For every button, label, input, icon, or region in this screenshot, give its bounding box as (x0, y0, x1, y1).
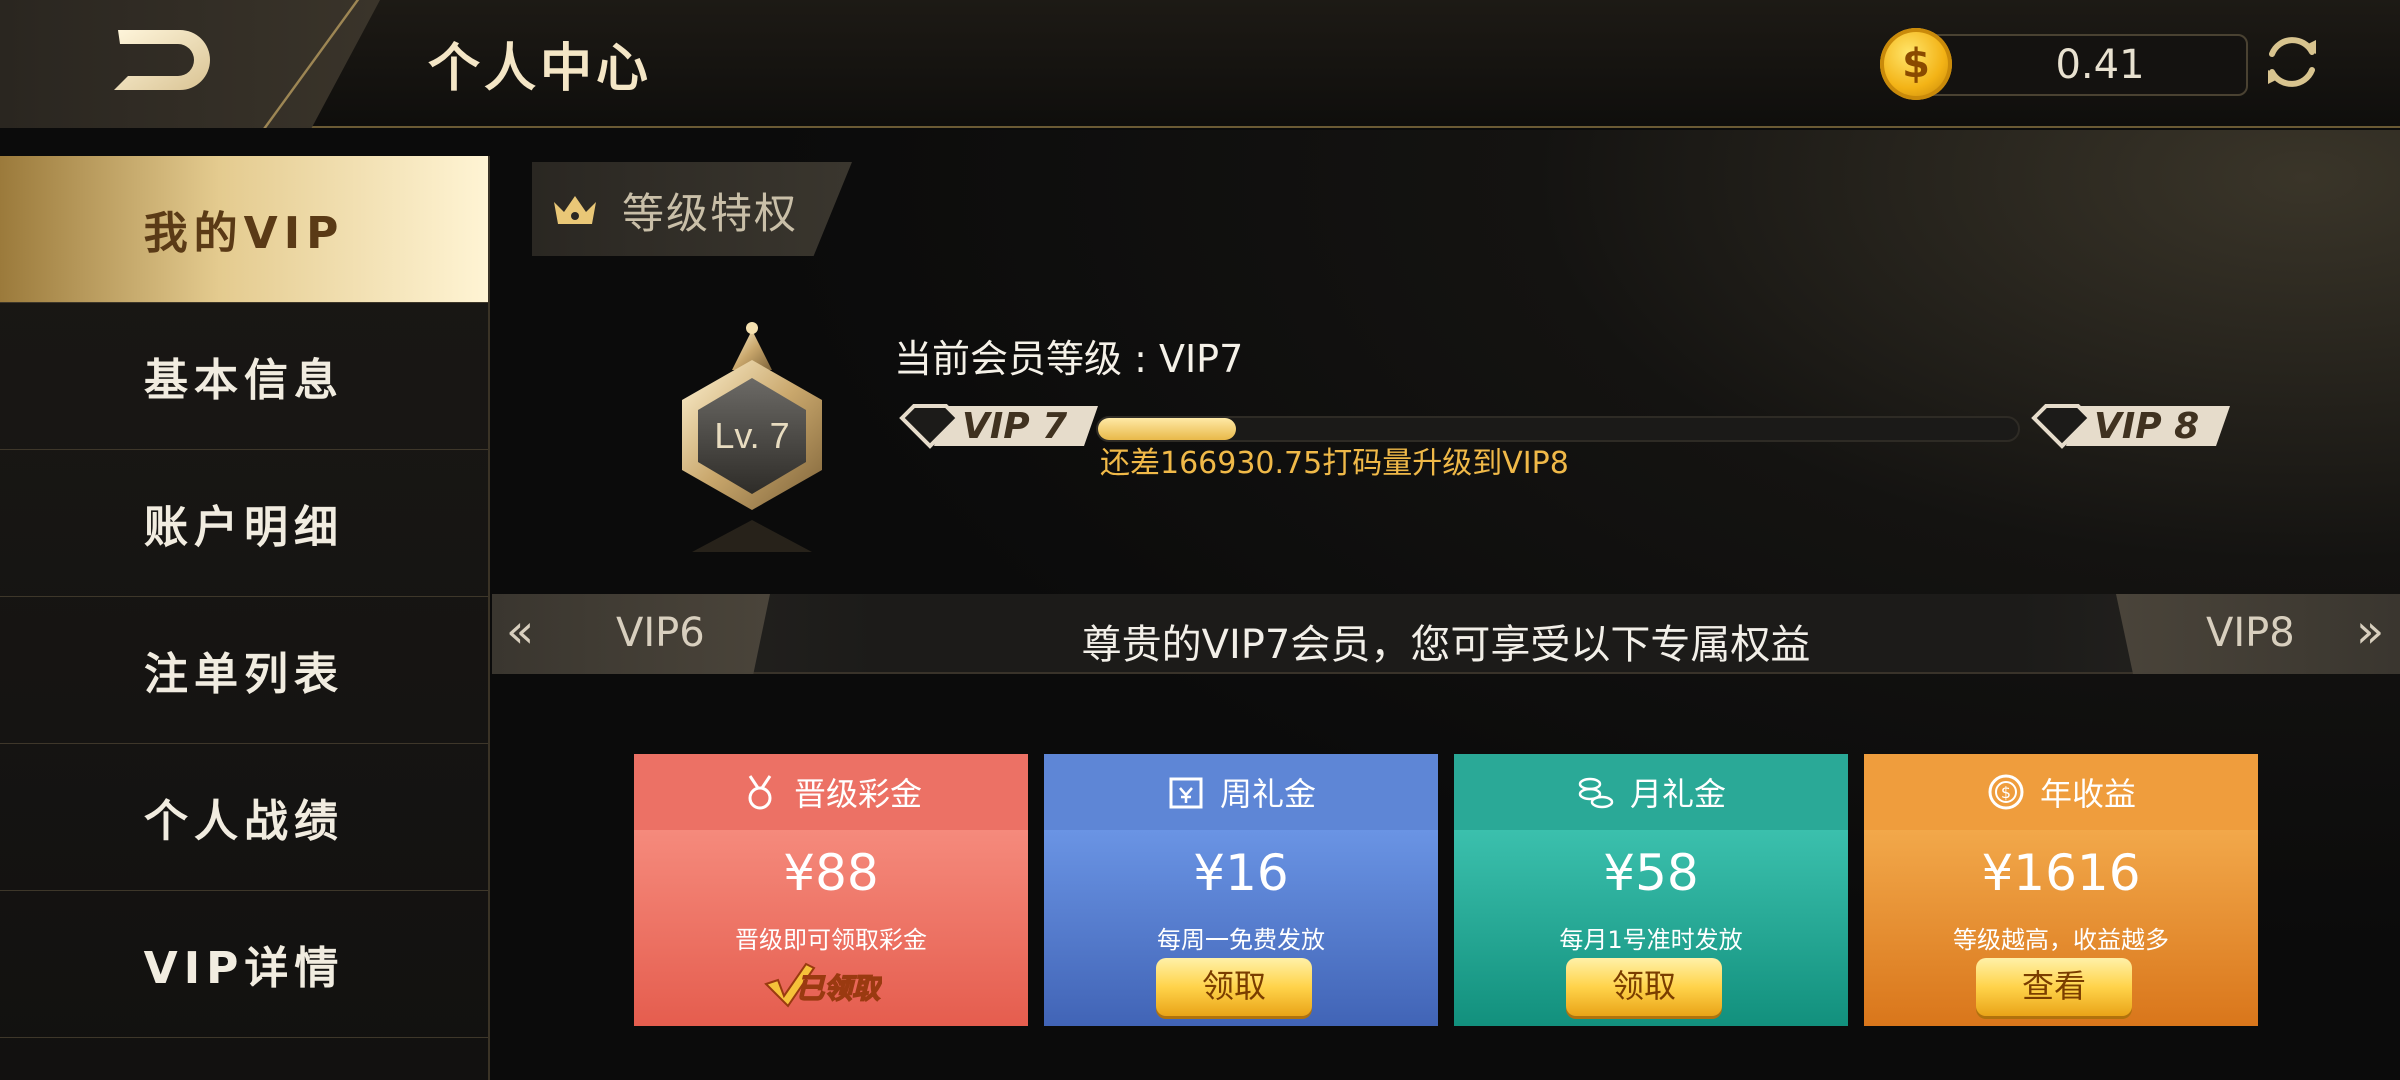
level-badge-icon: Lv. 7 (682, 322, 822, 552)
card-body: ¥1616 等级越高，收益越多 查看 (1864, 830, 2258, 1026)
sidebar-item-label: 注单列表 (144, 649, 344, 700)
coin-symbol: $ (1902, 41, 1930, 87)
card-description: 每月1号准时发放 (1559, 926, 1743, 954)
crown-icon (554, 196, 596, 224)
coin-icon: $ (1880, 28, 1952, 100)
from-level-label: VIP 7 (962, 406, 1068, 447)
card-header: $ 年收益 (1864, 754, 2258, 830)
medal-icon (748, 775, 772, 810)
section-title: 等级特权 (622, 189, 799, 238)
card-title: 周礼金 (1219, 775, 1316, 813)
sidebar-item-label: 基本信息 (144, 355, 344, 406)
card-header: 晋级彩金 (634, 754, 1028, 830)
card-description: 每周一免费发放 (1157, 926, 1325, 954)
refresh-icon[interactable] (2258, 28, 2326, 96)
card-body: ¥16 每周一免费发放 领取 (1044, 830, 1438, 1026)
card-description: 等级越高，收益越多 (1953, 926, 2169, 954)
card-title: 晋级彩金 (793, 775, 922, 813)
sidebar-item-label: 我的VIP (143, 208, 345, 259)
claimed-label: 已领取 (796, 972, 882, 1005)
sidebar-item-my-vip[interactable]: 我的VIP (0, 156, 488, 303)
next-level-label: VIP8 (2206, 610, 2295, 656)
calendar-yen-icon (1169, 777, 1203, 809)
sidebar-item-vip-details[interactable]: VIP详情 (0, 891, 488, 1038)
to-level-tag: VIP 8 (2030, 402, 2230, 450)
sidebar-item-label: 个人战绩 (144, 796, 344, 847)
sidebar-item-label: 账户明细 (144, 502, 344, 553)
card-amount: ¥16 (1193, 844, 1289, 902)
claimed-stamp-icon: 已领取 (764, 962, 882, 1008)
benefit-card-monthly-gift: 月礼金 ¥58 每月1号准时发放 领取 (1454, 754, 1848, 1026)
sidebar-item-bet-list[interactable]: 注单列表 (0, 597, 488, 744)
current-level-text: 当前会员等级 : VIP7 (894, 337, 1244, 381)
benefit-card-weekly-gift: 周礼金 ¥16 每周一免费发放 领取 (1044, 754, 1438, 1026)
balance-display: 0.41 (1912, 34, 2248, 96)
card-amount: ¥1616 (1981, 844, 2141, 902)
chevron-right-icon: » (2356, 604, 2385, 658)
benefit-card-promotion-bonus: 晋级彩金 ¥88 晋级即可领取彩金 已领取 (634, 754, 1028, 1026)
main-content: 等级特权 Lv. 7 当前会员等级 : VIP7 VIP 7 还差166930.… (492, 130, 2400, 1080)
from-level-tag: VIP 7 (898, 402, 1098, 450)
card-title: 年收益 (2039, 775, 2136, 813)
coins-stack-icon (1578, 777, 1614, 809)
vip-benefits-title: 尊贵的VIP7会员，您可享受以下专属权益 (1081, 622, 1811, 668)
vip-level-banner: « VIP6 尊贵的VIP7会员，您可享受以下专属权益 VIP8 » (492, 594, 2400, 674)
card-title: 月礼金 (1629, 775, 1726, 813)
sidebar-item-basic-info[interactable]: 基本信息 (0, 303, 488, 450)
page-title: 个人中心 (428, 39, 653, 99)
dollar-coin-icon: $ (1988, 774, 2024, 810)
progress-hint: 还差166930.75打码量升级到VIP8 (1100, 446, 1569, 481)
card-body: ¥88 晋级即可领取彩金 已领取 (634, 830, 1028, 1026)
view-annual-button[interactable]: 查看 (1976, 958, 2132, 1016)
card-header: 周礼金 (1044, 754, 1438, 830)
card-header: 月礼金 (1454, 754, 1848, 830)
next-level-tab[interactable]: VIP8 » (2116, 594, 2400, 674)
sidebar: 我的VIP 基本信息 账户明细 注单列表 个人战绩 VIP详情 (0, 156, 490, 1080)
top-bar: 个人中心 $ 0.41 (0, 0, 2400, 128)
sidebar-item-label: VIP详情 (143, 943, 345, 994)
claim-weekly-button[interactable]: 领取 (1156, 958, 1312, 1016)
badge-level-text: Lv. 7 (714, 415, 789, 456)
card-body: ¥58 每月1号准时发放 领取 (1454, 830, 1848, 1026)
back-icon[interactable] (110, 26, 220, 98)
vip-progress-fill (1098, 418, 1236, 440)
card-amount: ¥88 (783, 844, 879, 902)
sidebar-item-personal-record[interactable]: 个人战绩 (0, 744, 488, 891)
card-description: 晋级即可领取彩金 (735, 926, 927, 954)
to-level-label: VIP 8 (2094, 406, 2200, 447)
svg-text:$: $ (2001, 783, 2011, 802)
card-amount: ¥58 (1603, 844, 1699, 902)
claim-monthly-button[interactable]: 领取 (1566, 958, 1722, 1016)
benefit-card-annual-income: $ 年收益 ¥1616 等级越高，收益越多 查看 (1864, 754, 2258, 1026)
sidebar-item-account-details[interactable]: 账户明细 (0, 450, 488, 597)
